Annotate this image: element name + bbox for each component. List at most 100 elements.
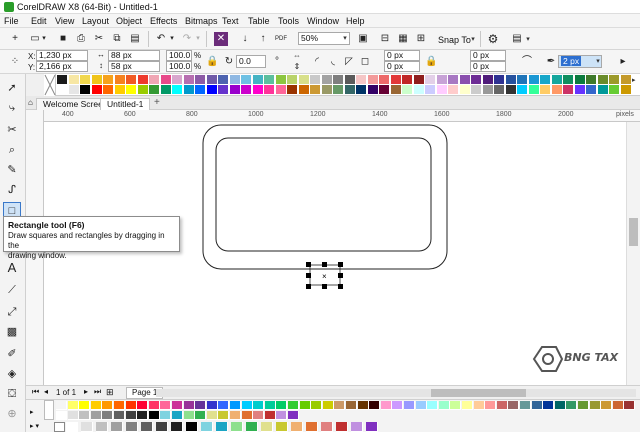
color-swatch[interactable] [125,401,137,410]
color-swatch[interactable] [402,85,413,95]
color-swatch[interactable] [91,85,103,95]
horizontal-ruler[interactable]: 400 600 800 1000 1200 1400 1600 1800 200… [44,110,640,122]
prev-page-icon[interactable]: ◂ [44,387,48,396]
menu-file[interactable]: File [4,16,19,26]
chamfered-corner-icon[interactable]: ◸ [342,55,356,69]
color-swatch[interactable] [299,401,311,410]
snap-to-button[interactable]: Snap To [438,35,471,45]
vertical-scroll-thumb[interactable] [629,218,638,246]
color-swatch[interactable] [438,401,450,410]
open-dropdown-icon[interactable]: ▾ [40,32,48,46]
color-swatch[interactable] [206,85,218,95]
color-swatch[interactable] [450,401,462,410]
color-swatch[interactable] [517,85,528,95]
color-swatch[interactable] [160,85,172,95]
color-swatch[interactable] [195,411,207,420]
color-swatch[interactable] [609,85,620,95]
selection-handle[interactable] [322,262,327,267]
color-swatch[interactable] [218,401,230,410]
last-page-icon[interactable]: ⏭ [94,387,101,397]
pick-tool-icon[interactable]: ➚ [3,80,21,96]
color-swatch[interactable] [148,401,160,410]
color-swatch[interactable] [186,422,198,432]
color-swatch[interactable] [620,75,632,85]
scale-y-field[interactable]: 100.0 [166,61,192,72]
color-swatch[interactable] [601,401,613,410]
print-icon[interactable]: ⎙ [74,32,88,46]
color-swatch[interactable] [459,85,471,95]
eyedropper-tool-icon[interactable]: ✐ [3,346,21,362]
color-swatch[interactable] [201,422,213,432]
color-swatch[interactable] [206,411,218,420]
color-swatch[interactable] [172,75,183,85]
color-swatch[interactable] [413,75,425,85]
outline-width-dropdown-icon[interactable]: ▾ [594,56,602,67]
x-position-field[interactable]: 1,230 px [36,50,88,61]
color-swatch[interactable] [91,75,103,85]
color-swatch[interactable] [528,85,540,95]
color-swatch[interactable] [125,411,137,420]
menu-text[interactable]: Text [222,16,239,26]
scale-x-field[interactable]: 100.0 [166,50,192,61]
color-swatch[interactable] [367,85,379,95]
color-swatch[interactable] [344,85,356,95]
export-icon[interactable]: ↑ [256,32,270,46]
menu-object[interactable]: Object [116,16,142,26]
relative-corner-scaling-icon[interactable]: ⌒ [520,55,534,69]
doc-no-color-swatch[interactable] [44,400,54,420]
color-swatch[interactable] [485,401,497,410]
corner-radius-bottom-left[interactable]: 0 px [384,61,420,72]
menu-bitmaps[interactable]: Bitmaps [185,16,218,26]
corner-radius-top-left[interactable]: 0 px [384,50,420,61]
color-swatch[interactable] [597,75,609,85]
color-swatch[interactable] [496,401,508,410]
color-swatch[interactable] [230,401,241,410]
color-swatch[interactable] [578,401,589,410]
color-swatch[interactable] [81,422,93,432]
color-swatch[interactable] [310,75,321,85]
color-swatch[interactable] [160,411,172,420]
selection-handle[interactable] [338,273,343,278]
color-swatch[interactable] [357,401,369,410]
show-rulers-icon[interactable]: ⊟ [378,32,392,46]
color-swatch[interactable] [103,85,114,95]
color-swatch[interactable] [574,75,586,85]
color-swatch[interactable] [609,75,620,85]
color-swatch[interactable] [261,422,273,432]
selection-handle[interactable] [306,284,311,289]
transparency-tool-icon[interactable]: ▩ [3,324,21,340]
color-swatch[interactable] [520,401,531,410]
color-swatch[interactable] [540,85,551,95]
color-swatch[interactable] [149,85,160,95]
publish-pdf-icon[interactable]: PDF [274,32,288,46]
color-swatch[interactable] [288,411,299,420]
color-swatch[interactable] [67,401,79,410]
color-swatch[interactable] [612,401,624,410]
color-swatch[interactable] [264,411,276,420]
palette-scroll-right-icon[interactable]: ▸ [632,76,636,84]
color-swatch[interactable] [298,75,310,85]
next-page-icon[interactable]: ▸ [84,387,88,396]
color-swatch[interactable] [333,75,344,85]
no-fill-swatch[interactable] [54,422,65,432]
color-swatch[interactable] [253,411,265,420]
color-swatch[interactable] [351,422,363,432]
color-swatch[interactable] [531,401,543,410]
color-swatch[interactable] [264,75,275,85]
color-swatch[interactable] [448,85,459,95]
color-swatch[interactable] [586,85,597,95]
color-swatch[interactable] [218,85,229,95]
color-swatch[interactable] [137,411,149,420]
color-swatch[interactable] [505,85,517,95]
color-swatch[interactable] [252,85,264,95]
color-swatch[interactable] [473,401,485,410]
zoom-tool-icon[interactable]: ⌕ [3,142,21,158]
color-swatch[interactable] [80,75,91,85]
selection-handle[interactable] [338,262,343,267]
selection-handle[interactable] [306,262,311,267]
color-swatch[interactable] [494,75,505,85]
color-swatch[interactable] [156,422,168,432]
color-swatch[interactable] [149,75,160,85]
redo-icon[interactable]: ↷ [180,32,194,46]
menu-effects[interactable]: Effects [150,16,177,26]
